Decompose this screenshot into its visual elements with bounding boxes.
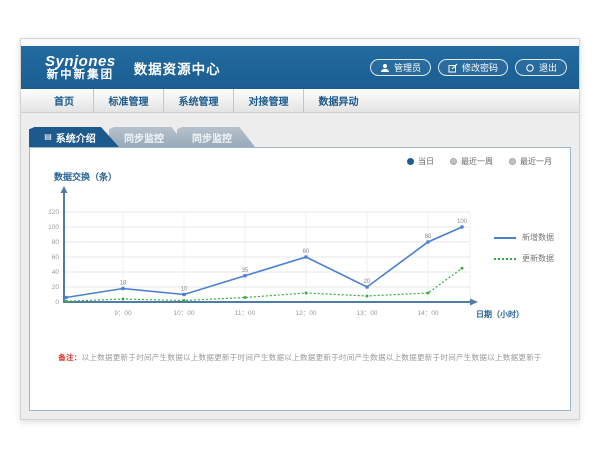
- solid-line-swatch-icon: [494, 237, 516, 239]
- svg-text:11：00: 11：00: [235, 310, 256, 317]
- svg-text:0: 0: [55, 299, 59, 306]
- change-password-button[interactable]: 修改密码: [438, 59, 508, 76]
- admin-button[interactable]: 管理员: [370, 59, 431, 76]
- window-top-strip: [21, 39, 579, 46]
- svg-text:100: 100: [48, 224, 59, 231]
- period-option-last-week-label: 最近一周: [461, 156, 493, 167]
- tab-sync-monitor-2-label: 同步监控: [192, 130, 232, 145]
- chart-legend: 新增数据 更新数据: [494, 232, 554, 264]
- period-option-last-month-label: 最近一月: [520, 156, 552, 167]
- svg-text:9：00: 9：00: [114, 310, 132, 317]
- svg-text:40: 40: [52, 269, 60, 276]
- nav-item-standard-mgmt[interactable]: 标准管理: [93, 89, 163, 112]
- svg-text:13：00: 13：00: [357, 310, 378, 317]
- svg-text:20: 20: [52, 284, 60, 291]
- svg-text:80: 80: [425, 234, 432, 240]
- legend-item-updated-data: 更新数据: [494, 253, 554, 264]
- footnote-prefix: 备注：: [58, 353, 81, 362]
- tab-strip: ▤ 系统介绍 同步监控 同步监控: [29, 127, 255, 147]
- line-chart: 0 20 40 60 80 100 120 9：00 10：00 11：00 12：00 13：00 1…: [30, 184, 570, 334]
- page-title: 数据资源中心: [134, 58, 221, 78]
- logo-company-text: 新中新集团: [45, 69, 116, 81]
- svg-text:60: 60: [303, 249, 310, 255]
- change-password-label: 修改密码: [462, 61, 498, 74]
- chart-y-axis-title: 数据交换（条）: [54, 170, 117, 183]
- svg-text:10: 10: [181, 287, 188, 293]
- logout-button[interactable]: 退出: [515, 59, 567, 76]
- nav-item-interface-mgmt[interactable]: 对接管理: [233, 89, 303, 112]
- nav-item-home[interactable]: 首页: [35, 89, 93, 112]
- period-filter-group: 当日 最近一周 最近一月: [407, 156, 552, 167]
- svg-text:35: 35: [242, 268, 249, 274]
- tab-sync-monitor-1-label: 同步监控: [124, 130, 164, 145]
- legend-updated-data-label: 更新数据: [522, 253, 554, 264]
- tab-sync-monitor-1[interactable]: 同步监控: [109, 127, 187, 147]
- app-window: Synjones 新中新集团 数据资源中心 管理员 修改密码 退出: [20, 38, 580, 420]
- period-option-last-month[interactable]: 最近一月: [509, 156, 552, 167]
- app-header: Synjones 新中新集团 数据资源中心 管理员 修改密码 退出: [21, 46, 579, 89]
- tab-sync-monitor-2[interactable]: 同步监控: [177, 127, 255, 147]
- svg-text:80: 80: [52, 239, 60, 246]
- logout-label: 退出: [539, 61, 557, 74]
- footnote-text: 以上数据更新于时间产生数据以上数据更新于时间产生数据以上数据更新于时间产生数据以…: [82, 353, 542, 362]
- logo: Synjones 新中新集团: [45, 54, 116, 82]
- svg-text:100: 100: [457, 219, 468, 225]
- period-option-last-week[interactable]: 最近一周: [450, 156, 493, 167]
- radio-selected-icon: [407, 158, 414, 165]
- power-icon: [525, 63, 535, 73]
- dotted-line-swatch-icon: [494, 258, 516, 260]
- svg-text:120: 120: [48, 209, 59, 216]
- legend-item-new-data: 新增数据: [494, 232, 554, 243]
- tab-system-intro-label: 系统介绍: [56, 130, 96, 145]
- svg-text:14：00: 14：00: [418, 310, 439, 317]
- nav-item-data-change[interactable]: 数据异动: [303, 89, 373, 112]
- tab-system-intro[interactable]: ▤ 系统介绍: [29, 127, 119, 147]
- logo-brand-text: Synjones: [45, 54, 116, 70]
- svg-text:12：00: 12：00: [296, 310, 317, 317]
- legend-new-data-label: 新增数据: [522, 232, 554, 243]
- period-option-today-label: 当日: [418, 156, 434, 167]
- footnote: 备注：以上数据更新于时间产生数据以上数据更新于时间产生数据以上数据更新于时间产生…: [40, 352, 560, 363]
- svg-text:60: 60: [52, 254, 60, 261]
- header-actions: 管理员 修改密码 退出: [370, 59, 567, 76]
- svg-text:10：00: 10：00: [174, 310, 195, 317]
- radio-unselected-icon: [509, 158, 516, 165]
- person-icon: [380, 63, 390, 73]
- document-icon: ▤: [44, 133, 52, 141]
- nav-item-system-mgmt[interactable]: 系统管理: [163, 89, 233, 112]
- svg-text:20: 20: [364, 279, 371, 285]
- svg-text:日期（小时）: 日期（小时）: [476, 309, 524, 319]
- svg-text:18: 18: [120, 281, 127, 287]
- main-nav: 首页 标准管理 系统管理 对接管理 数据异动: [21, 89, 579, 113]
- admin-button-label: 管理员: [394, 61, 421, 74]
- period-option-today[interactable]: 当日: [407, 156, 434, 167]
- radio-unselected-icon: [450, 158, 457, 165]
- edit-icon: [448, 63, 458, 73]
- content-panel: 当日 最近一周 最近一月 数据交换（条） 0 20 40 60 80 100 120 9：00…: [29, 147, 571, 411]
